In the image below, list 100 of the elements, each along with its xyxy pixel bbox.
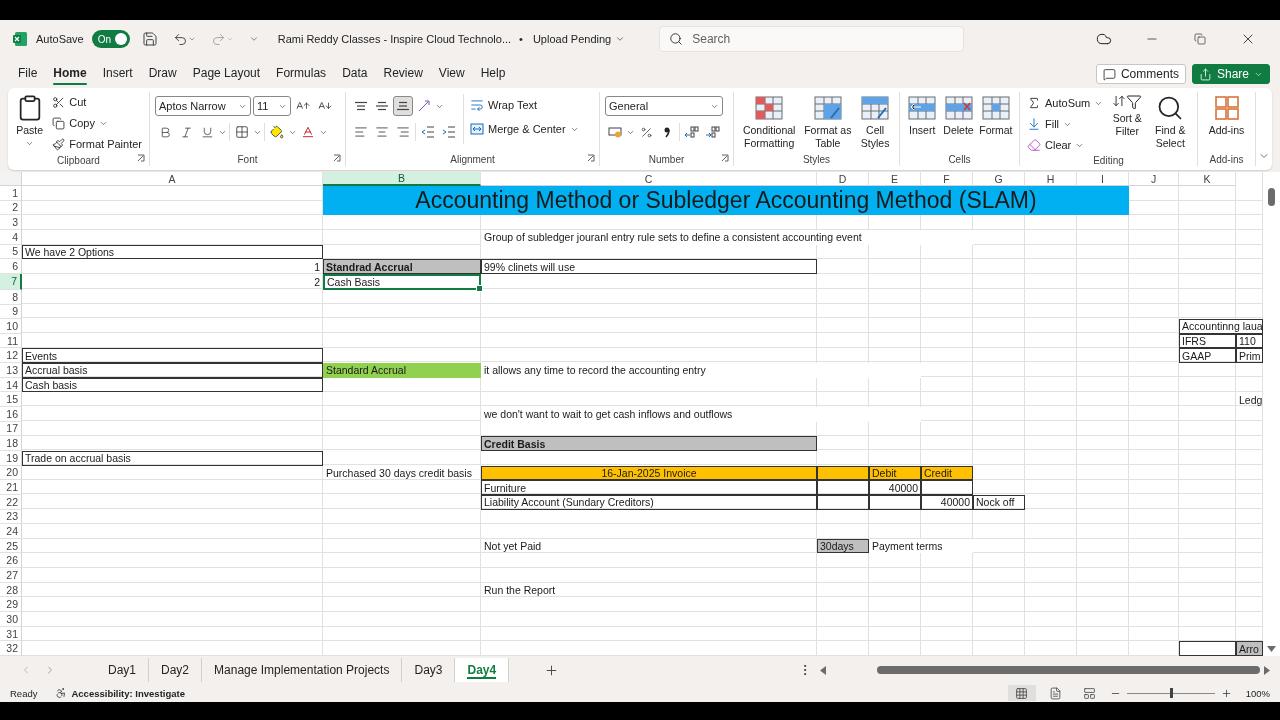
- column-header[interactable]: C: [481, 172, 817, 186]
- column-header[interactable]: D: [817, 172, 869, 186]
- upload-status-button[interactable]: Upload Pending: [530, 29, 628, 49]
- scrollbar-thumb[interactable]: [1268, 188, 1275, 206]
- number-format-dropdown[interactable]: General: [605, 96, 723, 116]
- column-header[interactable]: G: [973, 172, 1025, 186]
- format-as-table-button[interactable]: Format as Table: [801, 92, 855, 152]
- search-icon: [669, 32, 684, 46]
- empty-cell: [921, 480, 973, 495]
- column-header[interactable]: H: [1025, 172, 1077, 186]
- cut-button[interactable]: Cut: [50, 92, 144, 112]
- dialog-launcher-icon[interactable]: [587, 154, 595, 162]
- column-header[interactable]: E: [869, 172, 921, 186]
- menu-tab[interactable]: Help: [472, 62, 514, 86]
- search-field[interactable]: Search: [659, 26, 965, 52]
- redo-icon: [211, 31, 227, 47]
- sheet-tab[interactable]: Day4: [455, 658, 510, 682]
- autosave-toggle[interactable]: On: [91, 30, 130, 48]
- group-label: Cells: [948, 153, 971, 165]
- autosum-button[interactable]: AutoSum: [1025, 93, 1106, 113]
- group-label: Clipboard: [57, 154, 100, 166]
- share-button[interactable]: Share: [1191, 64, 1270, 84]
- row-header[interactable]: 21: [0, 480, 22, 495]
- comma-icon: [663, 126, 671, 138]
- font-name-dropdown[interactable]: Aptos Narrow: [155, 96, 251, 116]
- sheet-cell: Prim: [1236, 348, 1263, 364]
- find-select-button[interactable]: Find & Select: [1149, 92, 1192, 152]
- menu-tab[interactable]: Review: [375, 62, 431, 86]
- delete-button[interactable]: Delete: [941, 92, 976, 139]
- sheet-tab[interactable]: Day2: [149, 658, 203, 682]
- row-header[interactable]: 12: [0, 348, 22, 364]
- menu-tab[interactable]: Page Layout: [184, 62, 269, 86]
- paste-button[interactable]: Paste: [13, 92, 47, 150]
- sheet-tab[interactable]: Day1: [96, 658, 149, 682]
- zoom-slider[interactable]: [1126, 687, 1215, 699]
- menu-tab[interactable]: Insert: [94, 62, 141, 86]
- sheet-cell-text: Ledg: [1238, 392, 1263, 408]
- empty-cell: [817, 480, 869, 495]
- row-header[interactable]: 18: [0, 436, 22, 451]
- menu-tab[interactable]: Data: [334, 62, 376, 86]
- column-header[interactable]: A: [22, 172, 323, 186]
- scroll-down-icon: [1267, 646, 1276, 652]
- group-label: Font: [237, 153, 258, 165]
- insert-button[interactable]: Insert: [905, 92, 940, 139]
- accessibility-status[interactable]: Accessibility: Investigate: [71, 687, 185, 699]
- sheet-cell-text: Purchased 30 days credit basis: [325, 465, 473, 481]
- menu-tab[interactable]: Draw: [140, 62, 185, 86]
- format-button[interactable]: Format: [977, 92, 1014, 139]
- fill-button[interactable]: Fill: [1025, 114, 1106, 134]
- sheet-cell-text: 1: [313, 259, 321, 274]
- normal-view-button[interactable]: [1007, 685, 1036, 701]
- group-label: Add-ins: [1209, 153, 1244, 165]
- dialog-launcher-icon[interactable]: [137, 154, 145, 162]
- conditional-formatting-button[interactable]: Conditional Formatting: [739, 92, 800, 152]
- zoom-level[interactable]: 100%: [1245, 687, 1270, 699]
- sheet-cell: Events: [22, 348, 323, 364]
- italic-icon: [179, 125, 193, 139]
- dialog-launcher-icon[interactable]: [721, 154, 729, 162]
- sheet-cell: it allows any time to record the accounting entry: [481, 363, 921, 378]
- row-header[interactable]: 16: [0, 407, 22, 422]
- dialog-launcher-icon[interactable]: [333, 154, 341, 162]
- zoom-slider-thumb[interactable]: [1169, 688, 1173, 698]
- column-header[interactable]: K: [1179, 172, 1236, 186]
- status-dot: •: [519, 33, 523, 45]
- sheet-cell: Cash basis: [22, 377, 323, 393]
- column-header[interactable]: I: [1077, 172, 1129, 186]
- menu-tab[interactable]: View: [430, 62, 473, 86]
- sheet-cell: IFRS: [1179, 333, 1236, 349]
- sheet-cell: Group of subledger jouranl entry rule sets to define a consistent accounting event: [481, 229, 973, 245]
- cell-styles-button[interactable]: Cell Styles: [856, 92, 894, 152]
- column-header[interactable]: B: [323, 172, 481, 186]
- sheet-cell: Nock off: [973, 494, 1025, 510]
- copy-button[interactable]: Copy: [50, 113, 144, 133]
- menu-tab[interactable]: Home: [45, 62, 95, 86]
- merge-center-button[interactable]: Merge & Center: [468, 119, 581, 139]
- scroll-left-icon: [820, 665, 826, 675]
- column-header[interactable]: J: [1129, 172, 1179, 186]
- scroll-right-icon: [1264, 665, 1270, 675]
- row-header[interactable]: 15: [0, 392, 22, 408]
- vertical-align-button[interactable]: [393, 96, 413, 116]
- fill-down-icon: [1027, 117, 1041, 131]
- font-size-dropdown[interactable]: 11: [253, 96, 291, 116]
- add-ins-button[interactable]: Add-ins: [1203, 92, 1250, 139]
- menu-tab[interactable]: File: [10, 62, 46, 86]
- sheet-tab[interactable]: Manage Implementation Projects: [202, 658, 403, 682]
- decrease-indent-icon: [421, 126, 435, 138]
- scrollbar-thumb[interactable]: [877, 666, 1260, 674]
- clear-button[interactable]: Clear: [1025, 135, 1106, 155]
- row-header[interactable]: 10: [0, 319, 22, 334]
- wrap-text-button[interactable]: Wrap Text: [468, 95, 581, 115]
- page-break-icon: [1083, 686, 1097, 700]
- sort-filter-button[interactable]: Sort & Filter: [1107, 92, 1148, 140]
- merge-cells-icon: [470, 123, 484, 135]
- format-painter-button[interactable]: Format Painter: [50, 134, 144, 154]
- horizontal-scrollbar[interactable]: [820, 663, 1270, 677]
- sheet-cell: 99% clinets will use: [481, 259, 817, 274]
- comments-button[interactable]: Comments: [1095, 64, 1186, 84]
- row-header[interactable]: 13: [0, 363, 22, 378]
- column-header[interactable]: F: [921, 172, 973, 186]
- menu-tab[interactable]: Formulas: [268, 62, 335, 86]
